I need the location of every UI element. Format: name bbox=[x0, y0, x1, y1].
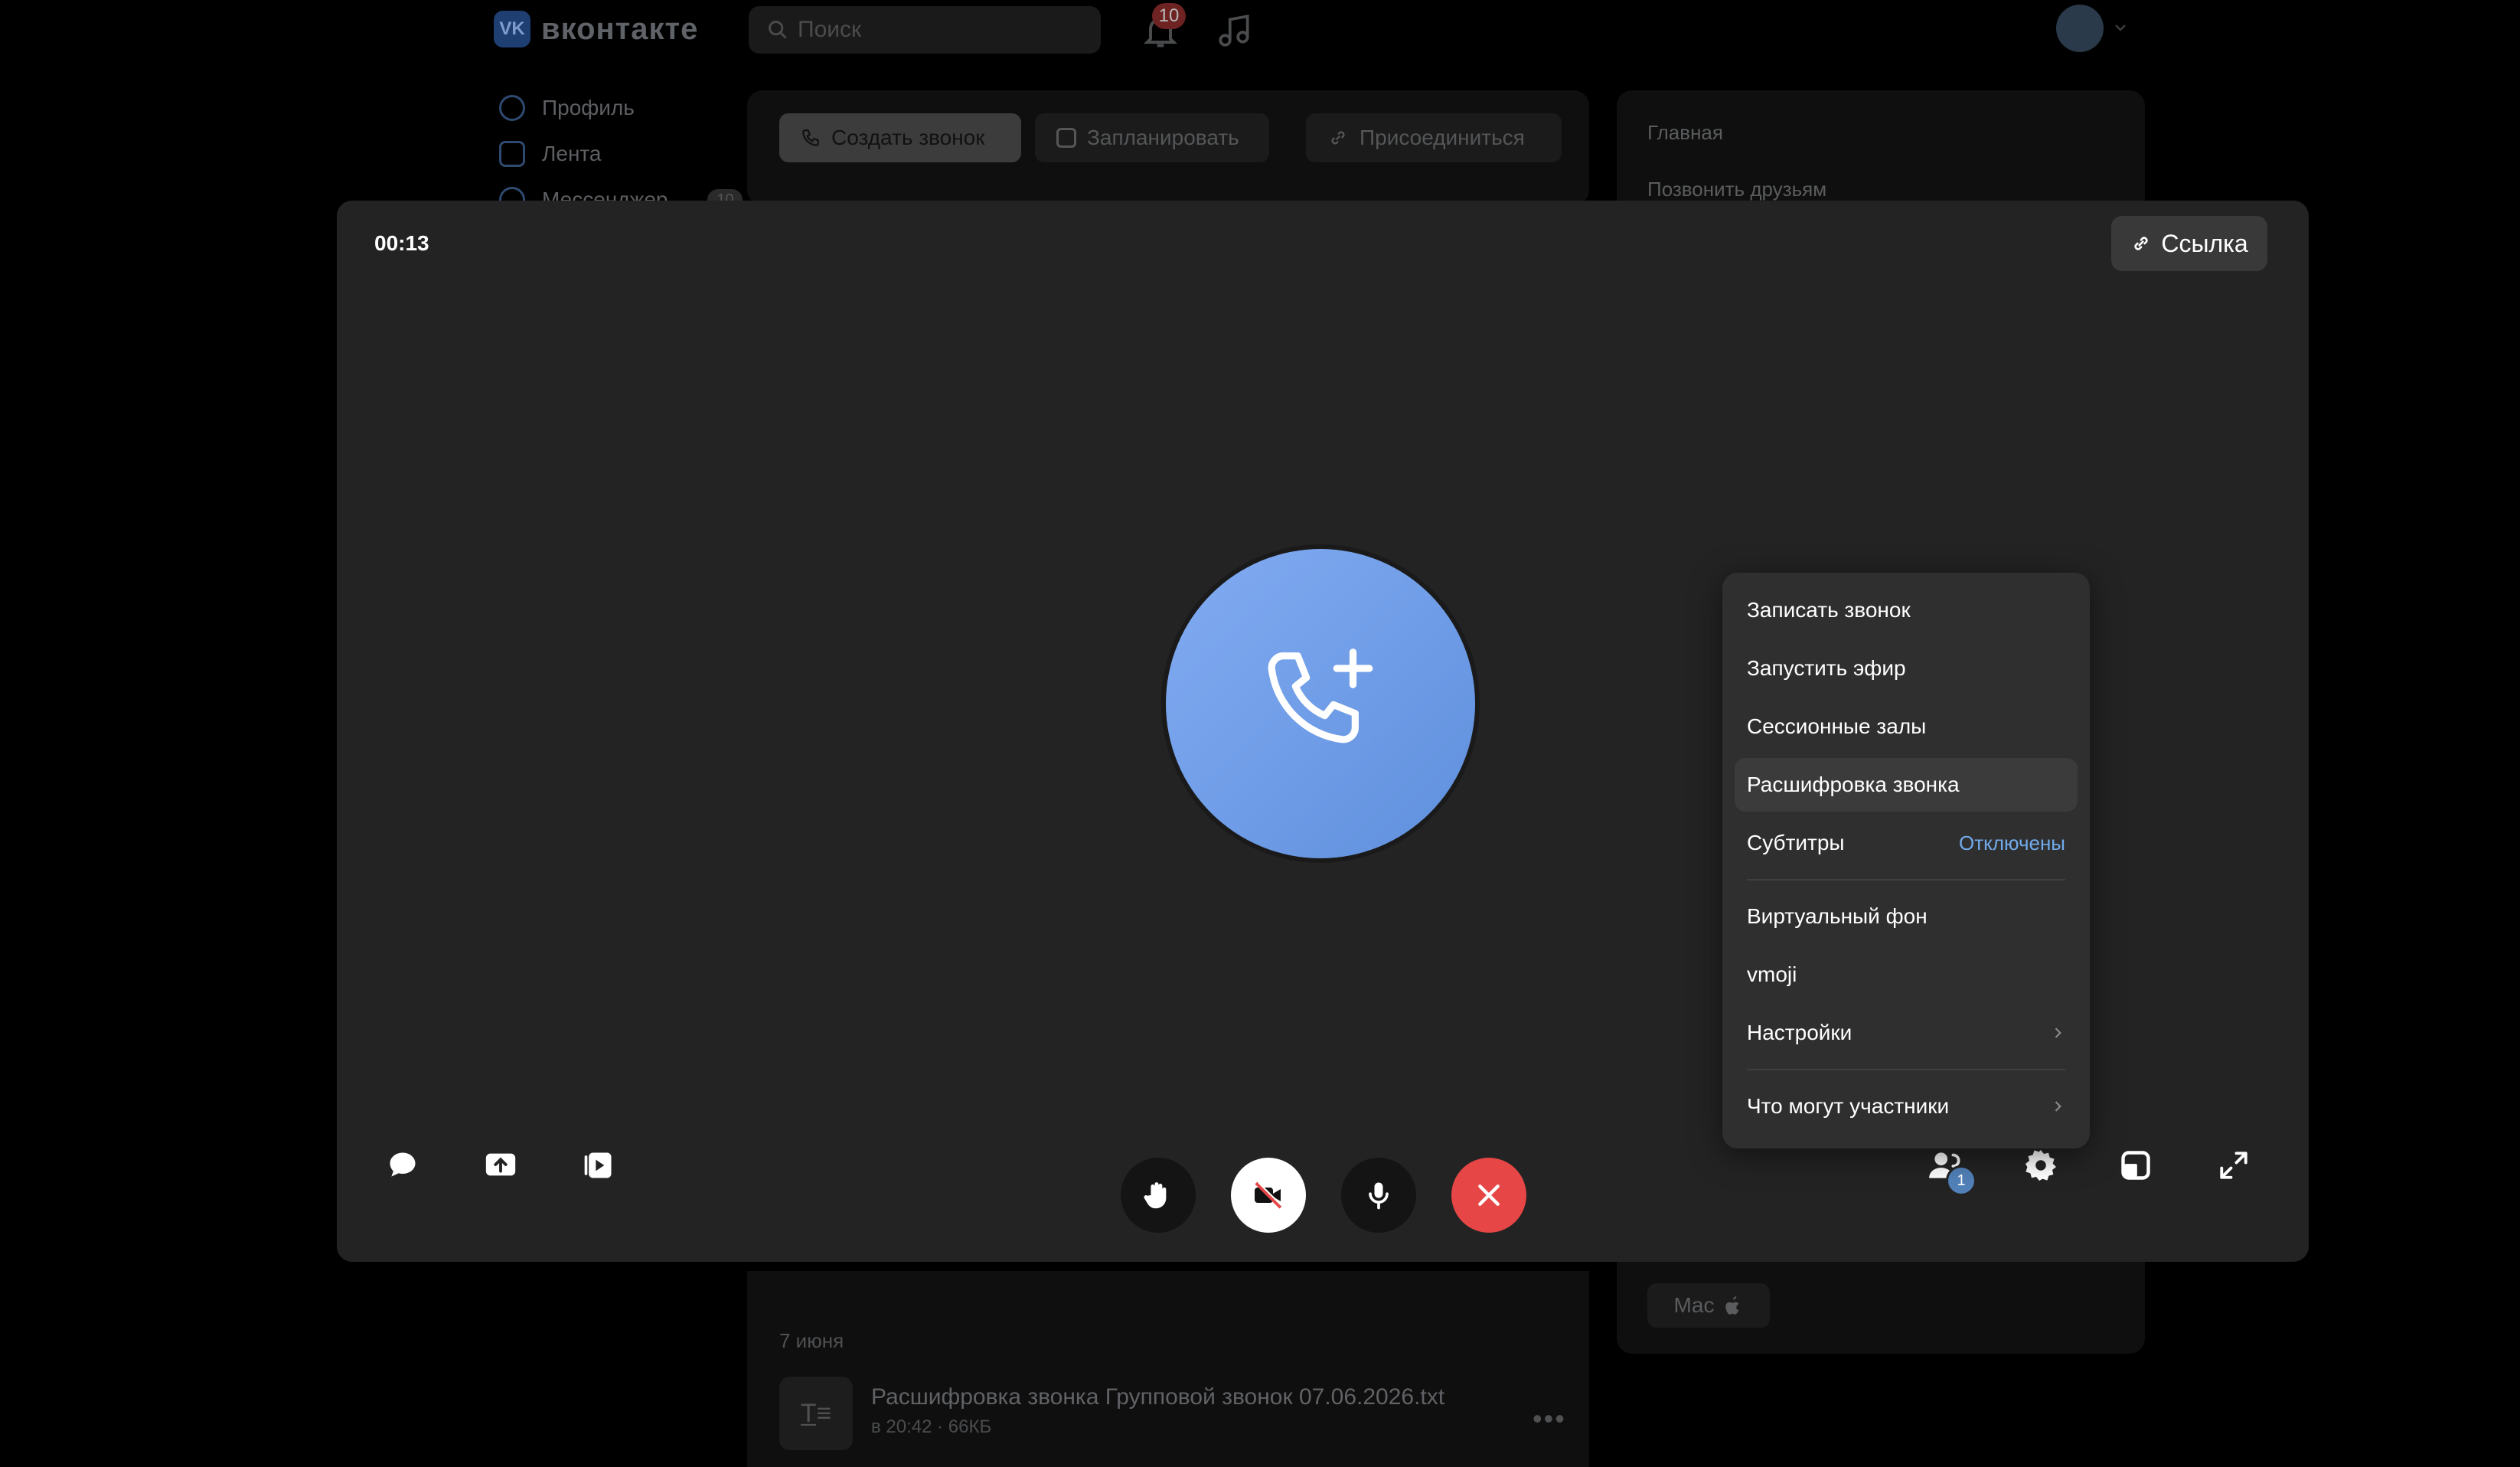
sidebar-item-profile[interactable]: Профиль bbox=[499, 95, 635, 121]
expand-icon bbox=[2220, 1152, 2247, 1179]
chat-button[interactable] bbox=[374, 1136, 432, 1194]
menu-item-label: Записать звонок bbox=[1747, 598, 1911, 622]
call-timer: 00:13 bbox=[374, 231, 429, 255]
raise-hand-button-face[interactable] bbox=[1121, 1158, 1196, 1233]
history-file-name[interactable]: Расшифровка звонка Групповой звонок 07.0… bbox=[871, 1384, 1444, 1410]
camera-toggle-button[interactable] bbox=[1231, 1158, 1306, 1233]
menu-item-breakout-rooms[interactable]: Сессионные залы bbox=[1735, 700, 2078, 753]
mac-label: Mac bbox=[1673, 1293, 1715, 1317]
gear-icon bbox=[2025, 1150, 2056, 1181]
phone-icon bbox=[802, 129, 819, 146]
close-icon bbox=[1478, 1184, 1500, 1206]
more-icon[interactable]: ••• bbox=[1533, 1403, 1566, 1435]
vk-logo[interactable]: VK вконтакте bbox=[494, 11, 698, 47]
right-link-call-friends[interactable]: Позвонить друзьям bbox=[1647, 178, 1826, 201]
apple-icon bbox=[1725, 1296, 1739, 1315]
menu-item-settings[interactable]: Настройки bbox=[1735, 1006, 2078, 1060]
link-icon bbox=[2134, 237, 2148, 250]
menu-item-label: Расшифровка звонка bbox=[1747, 773, 1960, 796]
search-placeholder: Поиск bbox=[798, 17, 862, 42]
menu-item-participant-permissions[interactable]: Что могут участники bbox=[1735, 1080, 2078, 1133]
link-icon bbox=[1331, 131, 1345, 145]
menu-item-label: Сессионные залы bbox=[1747, 714, 1927, 738]
microphone-button[interactable] bbox=[1341, 1158, 1416, 1233]
music-icon[interactable] bbox=[1216, 11, 1254, 51]
menu-item-virtual-background[interactable]: Виртуальный фон bbox=[1735, 890, 2078, 943]
right-link-home[interactable]: Главная bbox=[1647, 121, 1723, 145]
menu-item-label: Запустить эфир bbox=[1747, 656, 1906, 680]
fullscreen-button[interactable] bbox=[2205, 1136, 2263, 1194]
menu-item-label: vmoji bbox=[1747, 962, 1797, 986]
menu-item-label: Субтитры bbox=[1747, 831, 1845, 854]
notifications-badge: 10 bbox=[1152, 3, 1186, 29]
tab-create-call[interactable]: Создать звонок bbox=[779, 113, 1021, 162]
history-date: 7 июня bbox=[779, 1329, 844, 1352]
tab-schedule[interactable]: Запланировать bbox=[1035, 113, 1269, 162]
avatar[interactable] bbox=[2056, 5, 2104, 52]
chevron-right-icon bbox=[2055, 1101, 2061, 1112]
copy-link-button[interactable]: Ссылка bbox=[2111, 216, 2267, 271]
menu-item-label: Настройки bbox=[1747, 1021, 1852, 1044]
mac-download-button[interactable]: Mac bbox=[1647, 1283, 1770, 1328]
vk-logo-text: вконтакте bbox=[541, 11, 699, 46]
tab-label: Присоединиться bbox=[1360, 126, 1525, 149]
link-label: Ссылка bbox=[2161, 229, 2248, 257]
tab-join[interactable]: Присоединиться bbox=[1306, 113, 1562, 162]
layout-icon bbox=[2121, 1151, 2150, 1180]
history-file-meta: в 20:42 · 66КБ bbox=[871, 1416, 992, 1437]
search-input[interactable]: Поиск bbox=[749, 6, 1101, 54]
sidebar-item-label: Профиль bbox=[542, 96, 635, 119]
chevron-right-icon bbox=[2055, 1028, 2061, 1038]
play-media-icon bbox=[584, 1152, 612, 1178]
menu-item-subtitles[interactable]: Субтитры Отключены bbox=[1735, 816, 2078, 870]
end-call-button[interactable] bbox=[1451, 1158, 1526, 1233]
menu-divider bbox=[1747, 1069, 2065, 1070]
menu-item-label: Что могут участники bbox=[1747, 1094, 1950, 1118]
subtitles-status: Отключены bbox=[1959, 831, 2065, 854]
menu-item-label: Виртуальный фон bbox=[1747, 904, 1928, 928]
call-options-menu: Записать звонок Запустить эфир Сессионны… bbox=[1722, 573, 2090, 1148]
menu-divider bbox=[1747, 879, 2065, 881]
menu-item-broadcast[interactable]: Запустить эфир bbox=[1735, 642, 2078, 695]
calendar-icon bbox=[1056, 128, 1076, 148]
share-screen-icon bbox=[485, 1153, 516, 1176]
participants-count-badge: 1 bbox=[1946, 1165, 1977, 1196]
chat-icon bbox=[390, 1152, 416, 1177]
search-icon bbox=[769, 21, 787, 39]
media-button[interactable] bbox=[570, 1136, 628, 1194]
call-window: 00:13 Ссылка 1 Записать звонок Запустить… bbox=[337, 201, 2309, 1262]
menu-item-vmoji[interactable]: vmoji bbox=[1735, 948, 2078, 1001]
share-screen-button[interactable] bbox=[472, 1136, 530, 1194]
menu-item-transcription[interactable]: Расшифровка звонка bbox=[1735, 758, 2078, 812]
sidebar-item-feed[interactable]: Лента bbox=[499, 141, 602, 167]
camera-off-icon bbox=[1255, 1181, 1282, 1209]
tab-label: Создать звонок bbox=[831, 126, 985, 149]
layout-button[interactable] bbox=[2107, 1136, 2165, 1194]
tab-label: Запланировать bbox=[1087, 126, 1239, 149]
chevron-down-icon[interactable] bbox=[2111, 18, 2130, 37]
text-file-icon: T̲≡ bbox=[779, 1377, 853, 1450]
raise-hand-icon bbox=[1144, 1182, 1167, 1209]
add-call-icon bbox=[1268, 649, 1373, 743]
user-icon bbox=[499, 95, 525, 121]
feed-icon bbox=[499, 141, 525, 167]
vk-logo-mark: VK bbox=[494, 11, 530, 47]
sidebar-item-label: Лента bbox=[542, 142, 602, 165]
call-avatar bbox=[1166, 549, 1475, 858]
microphone-icon bbox=[1369, 1182, 1389, 1210]
menu-item-record[interactable]: Записать звонок bbox=[1735, 583, 2078, 637]
